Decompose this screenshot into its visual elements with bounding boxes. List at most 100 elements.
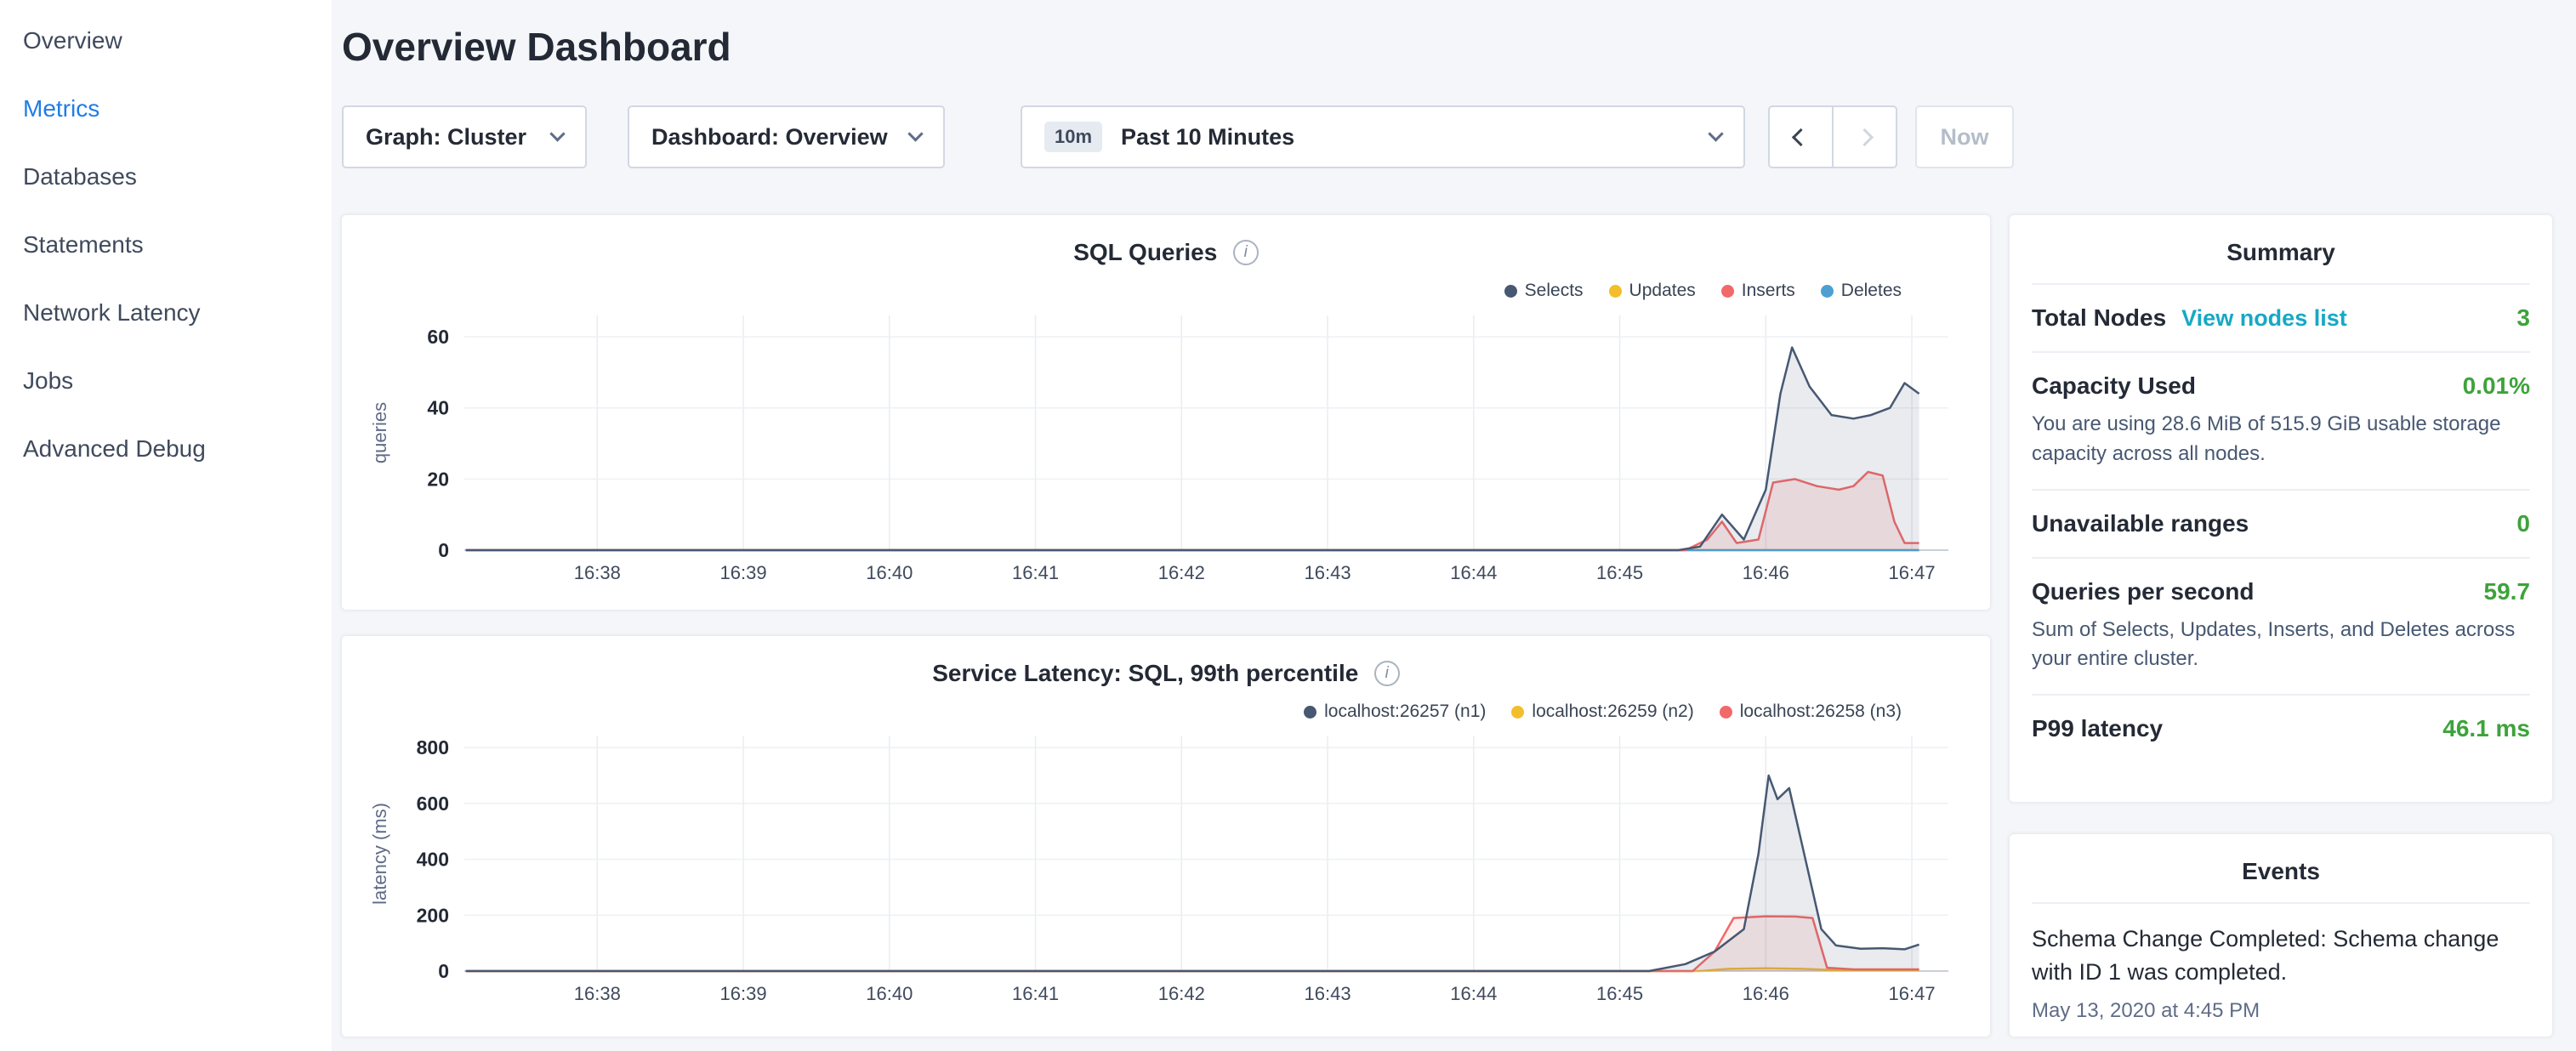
svg-text:16:43: 16:43: [1305, 983, 1351, 1004]
svg-text:16:39: 16:39: [720, 983, 767, 1004]
svg-text:16:44: 16:44: [1450, 983, 1497, 1004]
graph-dropdown-label: Graph: Cluster: [366, 124, 526, 151]
controls-bar: Graph: Cluster Dashboard: Overview 10m P…: [342, 105, 2552, 168]
dashboard-body: SQL Queries i SelectsUpdatesInsertsDelet…: [342, 215, 2552, 1037]
sidebar-item-advanced-debug[interactable]: Advanced Debug: [0, 415, 332, 483]
time-next-button[interactable]: [1832, 105, 1897, 168]
svg-text:40: 40: [427, 397, 449, 419]
chart-card-sql-queries: SQL Queries i SelectsUpdatesInsertsDelet…: [342, 215, 1990, 610]
events-title: Events: [2032, 834, 2530, 904]
summary-row-unavailable-ranges: Unavailable ranges0: [2032, 489, 2530, 557]
legend-item-localhost-26258-n3[interactable]: localhost:26258 (n3): [1720, 702, 1902, 722]
time-window-badge: 10m: [1044, 122, 1102, 152]
svg-text:16:47: 16:47: [1889, 562, 1936, 583]
legend-item-inserts[interactable]: Inserts: [1721, 281, 1795, 301]
legend-item-selects[interactable]: Selects: [1504, 281, 1584, 301]
time-window-selector[interactable]: 10m Past 10 Minutes: [1021, 105, 1745, 168]
legend-item-updates[interactable]: Updates: [1609, 281, 1696, 301]
summary-label: Capacity Used: [2032, 372, 2196, 400]
chevron-down-icon: [549, 126, 565, 141]
sidebar-item-overview[interactable]: Overview: [0, 7, 332, 75]
events-card: Events Schema Change Completed: Schema c…: [2010, 834, 2552, 1037]
info-icon[interactable]: i: [1374, 661, 1400, 686]
legend-label: localhost:26257 (n1): [1324, 702, 1486, 722]
chevron-right-icon: [1856, 128, 1874, 145]
sql-queries-chart[interactable]: 020406016:3816:3916:4016:4116:4216:4316:…: [362, 307, 1970, 588]
sidebar: OverviewMetricsDatabasesStatementsNetwor…: [0, 0, 332, 1051]
summary-card: Summary Total Nodes View nodes list 3 Capac…: [2010, 215, 2552, 802]
graph-dropdown[interactable]: Graph: Cluster: [342, 105, 587, 168]
sidebar-item-statements[interactable]: Statements: [0, 211, 332, 279]
summary-caption: Sum of Selects, Updates, Inserts, and De…: [2032, 616, 2530, 675]
svg-text:16:46: 16:46: [1743, 983, 1789, 1004]
legend-dot-icon: [1304, 706, 1316, 719]
svg-text:16:42: 16:42: [1158, 562, 1205, 583]
svg-text:16:38: 16:38: [574, 562, 621, 583]
time-prev-button[interactable]: [1768, 105, 1834, 168]
summary-caption: You are using 28.6 MiB of 515.9 GiB usab…: [2032, 410, 2530, 469]
svg-text:0: 0: [438, 539, 449, 561]
sidebar-item-metrics[interactable]: Metrics: [0, 75, 332, 143]
summary-label: Total Nodes: [2032, 304, 2166, 332]
svg-text:16:38: 16:38: [574, 983, 621, 1004]
legend-dot-icon: [1504, 285, 1517, 298]
svg-text:16:45: 16:45: [1596, 562, 1643, 583]
svg-text:latency (ms): latency (ms): [369, 803, 390, 905]
sidebar-item-databases[interactable]: Databases: [0, 143, 332, 211]
charts-column: SQL Queries i SelectsUpdatesInsertsDelet…: [342, 215, 1990, 1037]
summary-row-queries-per-second: Queries per second59.7Sum of Selects, Up…: [2032, 557, 2530, 695]
view-nodes-list-link[interactable]: View nodes list: [2181, 305, 2347, 332]
legend-dot-icon: [1609, 285, 1622, 298]
legend-item-localhost-26259-n2[interactable]: localhost:26259 (n2): [1511, 702, 1693, 722]
legend-label: Updates: [1629, 281, 1696, 301]
svg-text:400: 400: [417, 849, 449, 871]
legend-item-localhost-26257-n1[interactable]: localhost:26257 (n1): [1304, 702, 1486, 722]
event-timestamp: May 13, 2020 at 4:45 PM: [2032, 999, 2530, 1023]
svg-text:0: 0: [438, 960, 449, 982]
chevron-down-icon: [907, 126, 923, 141]
dashboard-dropdown-label: Dashboard: Overview: [651, 124, 888, 151]
service-latency-chart[interactable]: 020040060080016:3816:3916:4016:4116:4216…: [362, 728, 1970, 1008]
legend-dot-icon: [1720, 706, 1732, 719]
info-icon[interactable]: i: [1233, 240, 1259, 265]
legend-dot-icon: [1821, 285, 1834, 298]
svg-text:16:46: 16:46: [1743, 562, 1789, 583]
legend-dot-icon: [1511, 706, 1524, 719]
legend-label: Deletes: [1841, 281, 1902, 301]
time-step-buttons: [1768, 105, 1897, 168]
summary-title: Summary: [2032, 215, 2530, 285]
time-window-label: Past 10 Minutes: [1121, 124, 1294, 151]
svg-text:16:40: 16:40: [866, 983, 913, 1004]
svg-text:16:43: 16:43: [1305, 562, 1351, 583]
dashboard-dropdown[interactable]: Dashboard: Overview: [628, 105, 945, 168]
legend-label: Inserts: [1742, 281, 1795, 301]
chevron-down-icon: [1708, 126, 1723, 141]
summary-row-total-nodes: Total Nodes View nodes list 3: [2032, 285, 2530, 351]
chart-legend: localhost:26257 (n1) localhost:26259 (n2)…: [362, 699, 1970, 724]
sidebar-item-network-latency[interactable]: Network Latency: [0, 279, 332, 347]
svg-text:16:42: 16:42: [1158, 983, 1205, 1004]
summary-value: 59.7: [2484, 578, 2531, 605]
svg-text:16:41: 16:41: [1012, 562, 1059, 583]
summary-value: 0: [2516, 510, 2530, 537]
svg-text:800: 800: [417, 736, 449, 758]
sidebar-item-jobs[interactable]: Jobs: [0, 347, 332, 415]
page-title: Overview Dashboard: [342, 22, 2552, 71]
svg-text:queries: queries: [369, 402, 390, 463]
now-button[interactable]: Now: [1915, 105, 2014, 168]
event-item: Schema Change Completed: Schema change w…: [2032, 923, 2530, 1023]
chevron-left-icon: [1792, 128, 1810, 145]
chart-legend: Selects Updates Inserts Deletes: [362, 278, 1970, 304]
summary-value: 46.1 ms: [2442, 715, 2530, 742]
chart-title-row: Service Latency: SQL, 99th percentile i: [362, 660, 1970, 694]
svg-text:16:47: 16:47: [1889, 983, 1936, 1004]
main-content: Overview Dashboard Graph: Cluster Dashbo…: [332, 0, 2576, 1051]
legend-label: localhost:26259 (n2): [1532, 702, 1693, 722]
right-column: Summary Total Nodes View nodes list 3 Capac…: [2010, 215, 2552, 1037]
legend-item-deletes[interactable]: Deletes: [1821, 281, 1902, 301]
svg-text:60: 60: [427, 326, 449, 348]
summary-rows: Total Nodes View nodes list 3 Capacity Used…: [2032, 285, 2530, 762]
summary-value: 3: [2516, 304, 2530, 332]
chart-card-service-latency: Service Latency: SQL, 99th percentile i …: [342, 636, 1990, 1037]
svg-text:16:44: 16:44: [1450, 562, 1497, 583]
